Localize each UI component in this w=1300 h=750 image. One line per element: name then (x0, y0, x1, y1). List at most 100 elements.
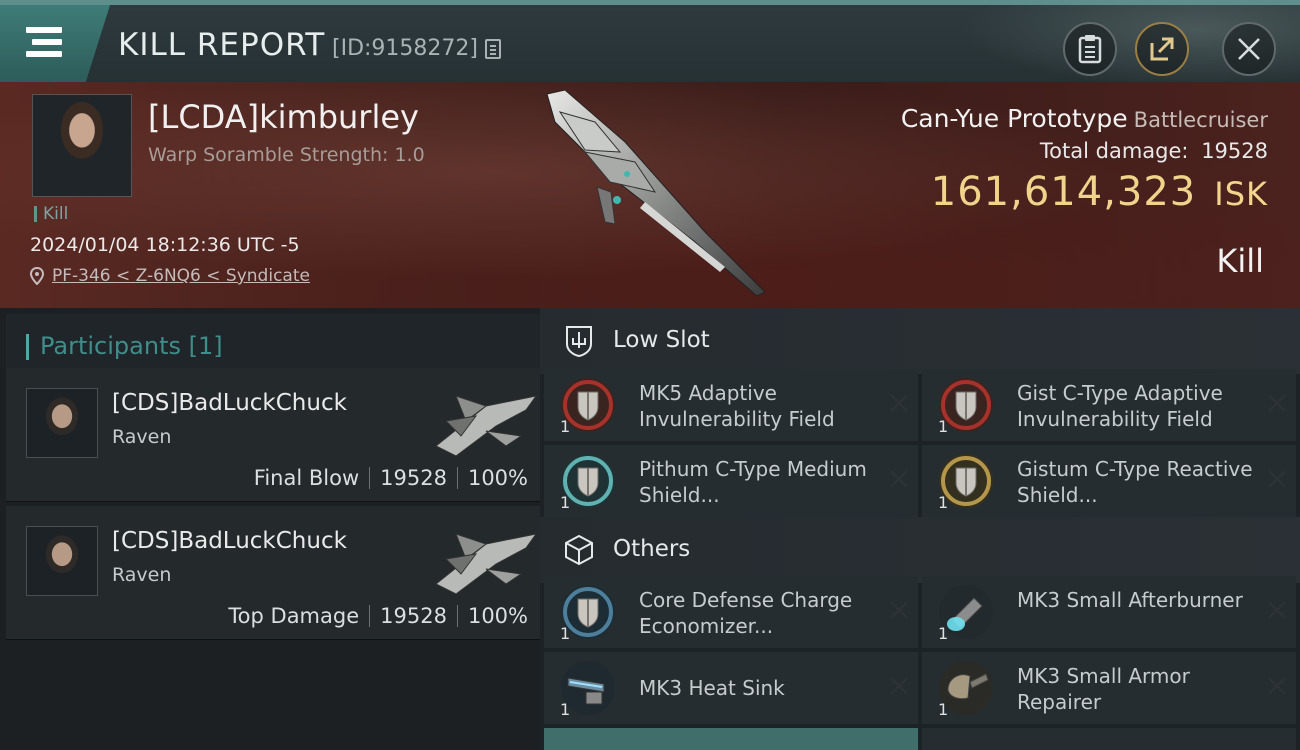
low-slot-header: Low Slot (540, 308, 1300, 374)
page-title: KILL REPORT (118, 27, 326, 63)
module-name: MK3 Small Armor Repairer (1017, 664, 1190, 714)
module-slot[interactable]: 1 MK3 Small Afterburner (922, 576, 1296, 648)
module-name: MK5 Adaptive Invulnerability Field (639, 381, 835, 431)
close-button[interactable] (1222, 22, 1276, 76)
destroyed-x-icon (890, 601, 908, 619)
ship-name-line: Can-Yue Prototype Battlecruiser (901, 104, 1268, 133)
destroyed-x-icon (1268, 470, 1286, 488)
destroyed-x-icon (1268, 601, 1286, 619)
participants-panel: Participants [1] [CDS]BadLuckChuck Raven… (0, 308, 540, 750)
module-qty: 1 (938, 417, 949, 436)
participant-avatar[interactable] (26, 388, 98, 458)
ship-name[interactable]: Can-Yue Prototype (901, 104, 1128, 133)
module-slot[interactable]: 1 Core Defense Charge Economizer... (544, 576, 918, 648)
low-slot-icon (566, 326, 592, 358)
kill-tag-marker (34, 206, 37, 222)
module-slot[interactable]: 1 Pithum C-Type Medium Shield... (544, 445, 918, 517)
kill-tag: Kill (34, 204, 68, 224)
participant-role: Top Damage (228, 604, 360, 628)
kill-id-text: [ID:9158272] (332, 36, 478, 61)
ship-class: Battlecruiser (1133, 108, 1268, 132)
module-qty: 1 (560, 624, 571, 643)
kill-banner: [LCDA]kimburley Warp Soramble Strength: … (0, 82, 1300, 308)
others-header: Others (540, 517, 1300, 583)
participants-header: Participants [1] (6, 314, 540, 374)
participant-name[interactable]: [CDS]BadLuckChuck (112, 390, 347, 416)
destroyed-x-icon (890, 470, 908, 488)
kill-result: Kill (1216, 242, 1264, 280)
module-qty: 1 (560, 700, 571, 719)
others-title: Others (613, 536, 691, 562)
participant-ship-image (435, 395, 538, 457)
participants-title-label: Participants (40, 332, 181, 360)
share-button[interactable] (1135, 22, 1189, 76)
close-icon (1238, 38, 1260, 60)
participant-ship: Raven (112, 564, 172, 586)
stats-divider (369, 467, 371, 489)
module-qty: 1 (560, 493, 571, 512)
total-damage-value: 19528 (1201, 139, 1268, 163)
module-name: MK3 Heat Sink (639, 676, 785, 700)
destroyed-x-icon (890, 677, 908, 695)
share-icon (1150, 37, 1174, 61)
participants-count: [1] (188, 332, 223, 360)
header-bar: KILL REPORT [ID:9158272] (0, 0, 1300, 87)
kill-datetime: 2024/01/04 18:12:36 UTC -5 (30, 234, 300, 256)
module-qty: 1 (938, 624, 949, 643)
victim-ship-image (546, 89, 766, 297)
menu-icon (26, 27, 62, 57)
low-slot-title: Low Slot (613, 327, 710, 353)
kill-report-window: KILL REPORT [ID:9158272] [LCDA]kimburley… (0, 0, 1300, 750)
ship-summary: Can-Yue Prototype Battlecruiser Total dam… (901, 104, 1268, 215)
module-qty: 1 (560, 417, 571, 436)
participants-title: Participants [1] (40, 332, 223, 360)
module-slot[interactable]: 1 MK3 Heat Sink (544, 652, 918, 724)
participant-row[interactable]: [CDS]BadLuckChuck Raven Top Damage 19528… (6, 506, 540, 640)
destroyed-x-icon (1268, 394, 1286, 412)
participant-damage: 19528 (380, 604, 447, 628)
stats-divider (369, 605, 371, 627)
copy-icon[interactable] (485, 38, 501, 59)
module-name: MK3 Small Afterburner (1017, 588, 1243, 612)
cube-icon (565, 534, 593, 566)
victim-avatar[interactable] (32, 94, 132, 197)
participant-role: Final Blow (253, 466, 360, 490)
menu-button[interactable] (0, 5, 110, 82)
module-qty: 1 (938, 700, 949, 719)
participant-stats: Final Blow 19528 100% (254, 466, 528, 490)
fitting-panel: Low Slot 1 MK5 Adaptive Invulnerability … (540, 308, 1300, 750)
module-name: Gistum C-Type Reactive Shield... (1017, 457, 1253, 507)
participant-name[interactable]: [CDS]BadLuckChuck (112, 528, 347, 554)
kill-tag-label: Kill (43, 204, 69, 224)
kill-id: [ID:9158272] (332, 36, 501, 61)
location-link[interactable]: PF-346 < Z-6NQ6 < Syndicate (52, 266, 310, 286)
victim-name[interactable]: [LCDA]kimburley (148, 98, 419, 136)
destroyed-x-icon (1268, 677, 1286, 695)
total-damage-label: Total damage: (1039, 139, 1189, 163)
kill-location[interactable]: PF-346 < Z-6NQ6 < Syndicate (30, 266, 310, 286)
participant-percent: 100% (467, 604, 528, 628)
participants-header-marker (26, 334, 29, 360)
victim-subtitle: Warp Soramble Strength: 1.0 (148, 144, 425, 166)
clipboard-button[interactable] (1063, 22, 1117, 76)
module-slot-partial[interactable] (922, 728, 1296, 750)
module-slot-partial[interactable] (544, 728, 918, 750)
module-slot[interactable]: 1 Gist C-Type Adaptive Invulnerability F… (922, 369, 1296, 441)
module-name: Pithum C-Type Medium Shield... (639, 457, 867, 507)
destroyed-x-icon (890, 394, 908, 412)
participant-avatar[interactable] (26, 526, 98, 596)
participant-row[interactable]: [CDS]BadLuckChuck Raven Final Blow 19528… (6, 368, 540, 502)
module-slot[interactable]: 1 Gistum C-Type Reactive Shield... (922, 445, 1296, 517)
isk-unit: ISK (1214, 175, 1268, 213)
participant-damage: 19528 (380, 466, 447, 490)
stats-divider (456, 605, 458, 627)
module-name: Gist C-Type Adaptive Invulnerability Fie… (1017, 381, 1223, 431)
location-pin-icon (30, 267, 44, 285)
participant-ship-image (435, 533, 538, 595)
module-slot[interactable]: 1 MK3 Small Armor Repairer (922, 652, 1296, 724)
module-slot[interactable]: 1 MK5 Adaptive Invulnerability Field (544, 369, 918, 441)
total-damage: Total damage: 19528 (901, 139, 1268, 163)
module-qty: 1 (938, 493, 949, 512)
module-name: Core Defense Charge Economizer... (639, 588, 853, 638)
participant-stats: Top Damage 19528 100% (228, 604, 528, 628)
